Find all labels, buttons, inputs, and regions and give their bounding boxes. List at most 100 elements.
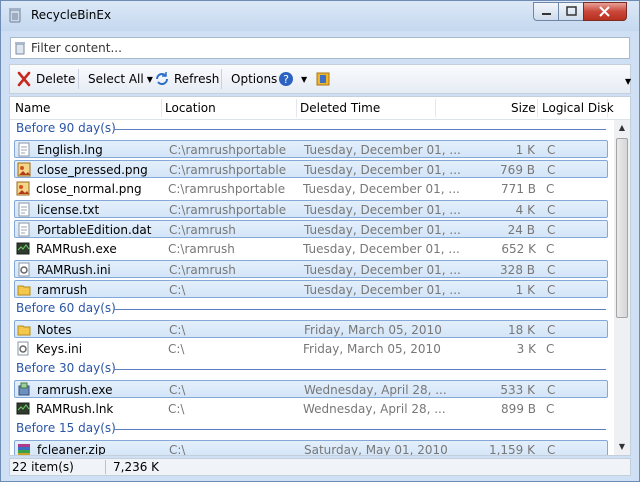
status-bar: 22 item(s) 7,236 K (9, 458, 631, 476)
column-divider[interactable] (296, 99, 297, 117)
image-file-icon (17, 162, 31, 177)
deleted-time: Wednesday, April 28, ... (304, 383, 447, 397)
file-location: C:\ramrushportable (169, 163, 287, 177)
exe-icon (16, 402, 30, 415)
column-divider[interactable] (435, 99, 436, 117)
settings-file-icon (18, 262, 30, 277)
file-name: RAMRush.exe (36, 242, 117, 256)
file-location: C:\ramrush (169, 263, 236, 277)
toolbar-overflow-icon[interactable]: ▼ (625, 77, 631, 86)
column-name[interactable]: Name (15, 101, 50, 115)
list-item[interactable]: close_pressed.png C:\ramrushportable Tuesd… (14, 160, 608, 178)
list-item[interactable]: Keys.ini C:\ Friday, March 05, 2010 3 K C (14, 340, 608, 358)
options-button[interactable]: Options (231, 70, 277, 88)
file-location: C:\ (169, 383, 186, 397)
group-header: Before 30 day(s) (16, 360, 606, 378)
refresh-icon (156, 72, 168, 85)
minimize-button[interactable] (533, 2, 559, 21)
refresh-button[interactable]: Refresh (154, 70, 219, 88)
scroll-down-icon[interactable]: ▼ (614, 439, 630, 455)
file-location: C:\ (168, 342, 185, 356)
deleted-time: Friday, March 05, 2010 (304, 323, 442, 337)
list-item[interactable]: ramrush C:\ Tuesday, December 01, ... 1 K C (14, 280, 608, 298)
chevron-down-icon[interactable]: ▼ (301, 75, 307, 84)
deleted-time: Tuesday, December 01, ... (304, 223, 461, 237)
logical-disk: C (547, 223, 556, 237)
logical-disk: C (547, 203, 556, 217)
file-location: C:\ramrush (168, 242, 235, 256)
column-divider[interactable] (161, 99, 162, 117)
exe-icon (16, 242, 30, 255)
file-size: 652 K (501, 242, 536, 256)
scroll-thumb[interactable] (616, 138, 628, 318)
file-location: C:\ramrushportable (168, 182, 286, 196)
chevron-down-icon[interactable]: ▼ (147, 75, 153, 84)
scroll-up-icon[interactable]: ▲ (614, 120, 630, 136)
file-name: close_normal.png (36, 182, 142, 196)
vertical-scrollbar[interactable]: ▲ ▼ (614, 120, 630, 455)
filter-box[interactable] (10, 37, 630, 59)
column-logical-disk[interactable]: Logical Disk (542, 101, 614, 115)
minimize-icon (542, 13, 551, 15)
list-item[interactable]: fcleaner.zip C:\ Saturday, May 01, 2010 1,1… (14, 440, 608, 456)
file-size: 899 B (501, 402, 536, 416)
logical-disk: C (547, 283, 556, 297)
file-location: C:\ (169, 323, 186, 337)
settings-file-icon (17, 341, 29, 356)
group-label: Before 90 day(s) (16, 121, 116, 135)
list-item[interactable]: RAMRush.lnk C:\ Wednesday, April 28, ... 89… (14, 400, 608, 418)
deleted-time: Saturday, May 01, 2010 (304, 443, 448, 456)
list-item[interactable]: English.lng C:\ramrushportable Tuesday, De… (14, 140, 608, 158)
archive-icon (18, 444, 30, 455)
list-item[interactable]: RAMRush.ini C:\ramrush Tuesday, December 0… (14, 260, 608, 278)
title-bar[interactable]: RecycleBinEx (1, 1, 639, 31)
delete-button[interactable]: Delete (16, 70, 75, 88)
text-file-icon (18, 222, 30, 237)
column-location[interactable]: Location (165, 101, 216, 115)
list-item[interactable]: ramrush.exe C:\ Wednesday, April 28, ... 53… (14, 380, 608, 398)
about-button[interactable] (315, 70, 335, 88)
folder-icon (17, 285, 31, 296)
help-button[interactable]: ? ▼ (278, 70, 307, 88)
select-all-button[interactable]: Select All ▼ (88, 70, 153, 88)
file-name: English.lng (37, 143, 103, 157)
deleted-time: Tuesday, December 01, ... (304, 283, 461, 297)
list-item[interactable]: Notes C:\ Friday, March 05, 2010 18 K C (14, 320, 608, 338)
filter-input[interactable] (31, 39, 621, 57)
status-separator (105, 460, 106, 474)
file-location: C:\ramrush (169, 223, 236, 237)
logical-disk: C (547, 163, 556, 177)
column-divider[interactable] (537, 99, 538, 117)
close-button[interactable] (583, 2, 627, 21)
logical-disk: C (547, 143, 556, 157)
file-size: 771 B (501, 182, 536, 196)
file-name: fcleaner.zip (37, 443, 106, 456)
file-name: RAMRush.lnk (36, 402, 114, 416)
toolbar-separator (78, 69, 79, 89)
maximize-button[interactable] (558, 2, 584, 21)
column-divider[interactable] (607, 99, 608, 117)
logical-disk: C (547, 323, 556, 337)
file-size: 533 K (500, 383, 535, 397)
list-item[interactable]: RAMRush.exe C:\ramrush Tuesday, December 0… (14, 240, 608, 258)
delete-label: Delete (36, 72, 76, 86)
maximize-icon (566, 6, 577, 16)
group-header: Before 90 day(s) (16, 120, 606, 138)
column-size[interactable]: Size (511, 101, 536, 115)
list-item[interactable]: license.txt C:\ramrushportable Tuesday, De… (14, 200, 608, 218)
logical-disk: C (546, 342, 555, 356)
folder-icon (17, 325, 31, 336)
help-icon: ? (279, 72, 293, 86)
file-name: close_pressed.png (37, 163, 148, 177)
window-title: RecycleBinEx (31, 8, 112, 22)
total-size: 7,236 K (113, 460, 160, 474)
list-item[interactable]: PortableEdition.dat C:\ramrush Tuesday, De… (14, 220, 608, 238)
deleted-time: Tuesday, December 01, ... (304, 203, 461, 217)
file-size: 328 B (500, 263, 535, 277)
column-deleted-time[interactable]: Deleted Time (300, 101, 380, 115)
file-size: 24 B (507, 223, 535, 237)
file-size: 4 K (515, 203, 535, 217)
deleted-time: Tuesday, December 01, ... (304, 143, 461, 157)
list-item[interactable]: close_normal.png C:\ramrushportable Tuesda… (14, 180, 608, 198)
info-book-icon (316, 72, 330, 86)
